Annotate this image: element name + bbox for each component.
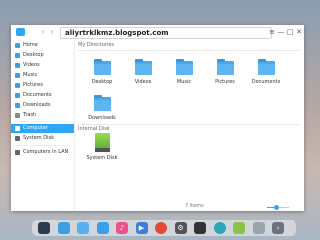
multitask-icon[interactable] bbox=[57, 222, 70, 234]
my-directories-title: My Directories bbox=[78, 42, 115, 48]
file-manager-icon bbox=[16, 28, 25, 36]
forward-button[interactable]: › bbox=[48, 28, 56, 36]
sidebar-item-label: Downloads bbox=[23, 102, 51, 108]
trash-dock-icon[interactable] bbox=[252, 222, 265, 234]
sidebar-item-music[interactable]: Music bbox=[11, 71, 74, 80]
menu-button[interactable]: ≡ bbox=[268, 27, 276, 37]
folder-videos[interactable]: Videos bbox=[125, 59, 161, 89]
picture-icon bbox=[15, 83, 20, 88]
zoom-slider[interactable] bbox=[267, 205, 289, 210]
sidebar-item-label: Pictures bbox=[23, 82, 43, 88]
desktop-folder-icon bbox=[94, 59, 111, 75]
folder-downloads[interactable]: Downloads bbox=[84, 95, 120, 125]
disk-icon bbox=[15, 136, 20, 141]
home-icon bbox=[15, 43, 20, 48]
sidebar-item-computer[interactable]: Computer bbox=[11, 124, 74, 133]
sidebar-item-documents[interactable]: Documents bbox=[11, 91, 74, 100]
sidebar-item-label: Computers in LAN bbox=[23, 149, 69, 155]
sidebar-item-pictures[interactable]: Pictures bbox=[11, 81, 74, 90]
picture-folder-icon bbox=[217, 59, 234, 75]
music-folder-icon bbox=[176, 59, 193, 75]
folder-pictures[interactable]: Pictures bbox=[207, 59, 243, 89]
internal-disk-title: Internal Disk bbox=[78, 126, 110, 132]
android-icon[interactable] bbox=[233, 222, 245, 234]
folder-label: Desktop bbox=[91, 79, 113, 85]
folder-label: Music bbox=[176, 79, 192, 85]
trash-icon bbox=[15, 113, 20, 118]
sidebar-item-label: Computer bbox=[23, 125, 48, 131]
sidebar-item-label: Music bbox=[23, 72, 38, 78]
title-bar: ‹ › aliyrtrklkmz.blogspot.com ≡ — □ ✕ bbox=[11, 25, 304, 39]
close-button[interactable]: ✕ bbox=[295, 27, 303, 37]
store-icon[interactable] bbox=[96, 222, 109, 234]
main-view: My Directories Desktop Videos Music Pict… bbox=[75, 39, 304, 211]
tray-icon[interactable]: › bbox=[272, 222, 284, 234]
address-bar[interactable]: aliyrtrklkmz.blogspot.com bbox=[60, 27, 272, 39]
sidebar-item-label: Desktop bbox=[23, 52, 44, 58]
sidebar-item-label: Videos bbox=[23, 62, 40, 68]
section-divider bbox=[78, 50, 300, 51]
back-button[interactable]: ‹ bbox=[39, 28, 47, 36]
video-folder-icon bbox=[135, 59, 152, 75]
launcher-icon[interactable] bbox=[38, 222, 50, 234]
minimize-button[interactable]: — bbox=[277, 27, 285, 37]
sidebar-item-label: Trash bbox=[23, 112, 37, 118]
video-icon bbox=[15, 63, 20, 68]
sidebar-item-videos[interactable]: Videos bbox=[11, 61, 74, 70]
sidebar-item-computers-in-lan[interactable]: Computers in LAN bbox=[11, 148, 74, 157]
folder-desktop[interactable]: Desktop bbox=[84, 59, 120, 89]
sidebar-divider bbox=[15, 121, 70, 122]
document-folder-icon bbox=[258, 59, 275, 75]
music-app-icon[interactable]: ♪ bbox=[116, 222, 128, 234]
sidebar-item-home[interactable]: Home bbox=[11, 41, 74, 50]
sidebar-item-label: Documents bbox=[23, 92, 52, 98]
disk-system[interactable]: System Disk bbox=[84, 133, 120, 165]
sidebar-item-desktop[interactable]: Desktop bbox=[11, 51, 74, 60]
download-icon bbox=[15, 103, 20, 108]
sidebar-item-downloads[interactable]: Downloads bbox=[11, 101, 74, 110]
document-icon bbox=[15, 93, 20, 98]
folder-label: Downloads bbox=[88, 115, 116, 121]
terminal-icon[interactable] bbox=[194, 222, 206, 234]
computer-icon bbox=[15, 126, 20, 131]
folder-music[interactable]: Music bbox=[166, 59, 202, 89]
dock: ♪ ▶ ⚙ › bbox=[32, 220, 296, 236]
status-text: 7 items bbox=[185, 203, 204, 209]
disk-label: System Disk bbox=[86, 155, 118, 161]
desktop-icon bbox=[15, 53, 20, 58]
maximize-button[interactable]: □ bbox=[286, 27, 294, 37]
video-app-icon[interactable]: ▶ bbox=[135, 222, 148, 234]
sidebar: Home Desktop Videos Music Pictures Docum… bbox=[11, 39, 75, 211]
folder-label: Pictures bbox=[215, 79, 235, 85]
camera-icon[interactable] bbox=[213, 222, 226, 234]
sidebar-item-label: Home bbox=[23, 42, 38, 48]
folder-label: Videos bbox=[134, 79, 152, 85]
download-folder-icon bbox=[94, 95, 111, 111]
music-icon bbox=[15, 73, 20, 78]
folder-label: Documents bbox=[251, 79, 281, 85]
zoom-handle[interactable] bbox=[274, 205, 280, 210]
files-icon[interactable] bbox=[77, 222, 89, 234]
disk-usage-bar bbox=[95, 148, 110, 152]
sidebar-item-label: System Disk bbox=[23, 135, 54, 141]
system-disk-icon bbox=[95, 133, 110, 148]
network-icon bbox=[15, 150, 20, 155]
file-manager-window: ‹ › aliyrtrklkmz.blogspot.com ≡ — □ ✕ Ho… bbox=[11, 25, 304, 211]
section-divider bbox=[78, 124, 300, 125]
folder-documents[interactable]: Documents bbox=[248, 59, 284, 89]
status-bar: 7 items bbox=[75, 203, 304, 211]
sidebar-divider bbox=[15, 145, 70, 146]
settings-icon[interactable]: ⚙ bbox=[174, 222, 187, 234]
sidebar-item-system-disk[interactable]: System Disk bbox=[11, 134, 74, 143]
browser-icon[interactable] bbox=[155, 222, 167, 234]
sidebar-item-trash[interactable]: Trash bbox=[11, 111, 74, 120]
